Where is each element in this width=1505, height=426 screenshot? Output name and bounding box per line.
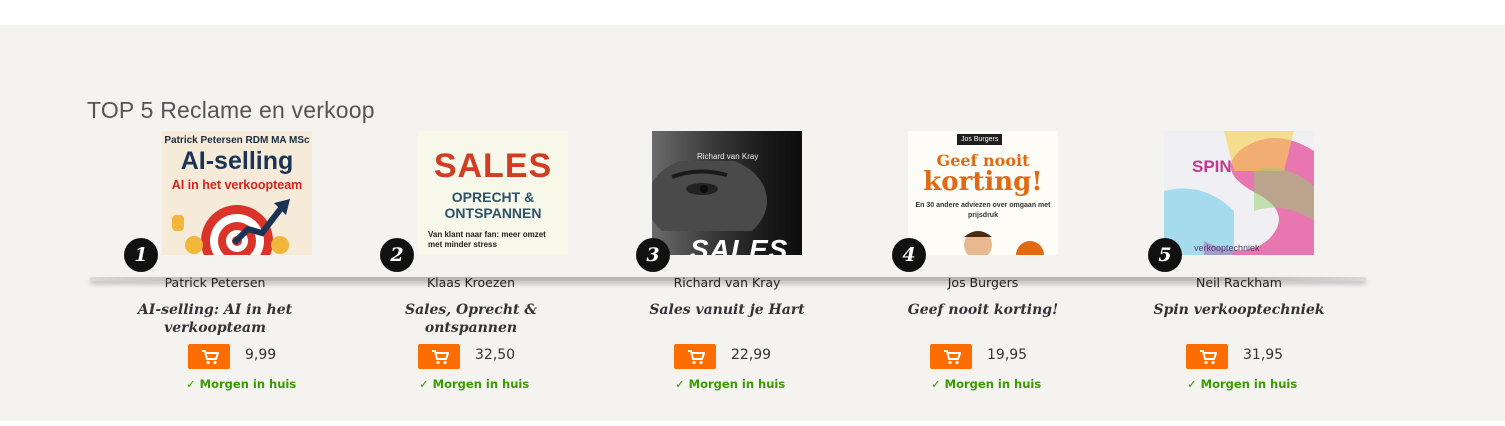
delivery-label: Morgen in huis	[432, 377, 530, 391]
check-icon: ✓	[675, 377, 685, 391]
delivery-label: Morgen in huis	[199, 377, 297, 391]
delivery-status: ✓ Morgen in huis	[931, 377, 1041, 391]
cover-text: SPIN	[1192, 157, 1232, 176]
cart-icon	[202, 350, 219, 365]
cart-icon	[1200, 350, 1217, 365]
check-icon: ✓	[419, 377, 429, 391]
portrait-illustration	[964, 231, 1044, 255]
product-title[interactable]: AI-selling: AI in het verkoopteam	[105, 301, 325, 337]
product-price: 19,95	[987, 347, 1028, 363]
product-card-2: SALES OPRECHT & ONTSPANNEN Van klant naar…	[343, 131, 599, 401]
cover-text: verkooptechniek	[1194, 243, 1260, 253]
product-card-3: Richard van Kray SALES 3 Richard van Kra…	[599, 131, 855, 401]
product-title[interactable]: Geef nooit korting!	[873, 301, 1093, 319]
check-icon: ✓	[1187, 377, 1197, 391]
add-to-cart-button[interactable]	[674, 344, 716, 369]
rank-badge: 2	[380, 238, 414, 272]
add-to-cart-button[interactable]	[930, 344, 972, 369]
product-card-4: Jos Burgers Geef nooit korting! En 30 an…	[855, 131, 1111, 401]
rank-badge: 1	[124, 238, 158, 272]
product-card-5: SPIN verkooptechniek 5 Neil Rackham Spin…	[1111, 131, 1367, 401]
cover-text: SALES	[690, 234, 789, 255]
check-icon: ✓	[186, 377, 196, 391]
cart-icon	[432, 350, 449, 365]
product-title[interactable]: Spin verkooptechniek	[1129, 301, 1349, 319]
rank-badge: 5	[1148, 238, 1182, 272]
check-icon: ✓	[931, 377, 941, 391]
book-cover[interactable]: Jos Burgers Geef nooit korting! En 30 an…	[908, 131, 1058, 255]
book-cover[interactable]: Richard van Kray SALES	[652, 131, 802, 255]
product-card-1: Patrick Petersen RDM MA MSc AI-selling A…	[87, 131, 343, 401]
add-to-cart-button[interactable]	[188, 344, 230, 369]
book-cover[interactable]: SPIN verkooptechniek	[1164, 131, 1314, 255]
s-logo-illustration	[1164, 131, 1314, 255]
product-title[interactable]: Sales vanuit je Hart	[617, 301, 837, 319]
cover-text: Patrick Petersen RDM MA MSc	[164, 135, 310, 146]
delivery-status: ✓ Morgen in huis	[419, 377, 529, 391]
product-author[interactable]: Jos Burgers	[855, 275, 1111, 290]
book-cover[interactable]: SALES OPRECHT & ONTSPANNEN Van klant naar…	[418, 131, 568, 255]
cover-text: En 30 andere adviezen over omgaan met pr…	[915, 202, 1051, 219]
product-author[interactable]: Richard van Kray	[599, 275, 855, 290]
delivery-label: Morgen in huis	[688, 377, 786, 391]
cover-text: AI in het verkoopteam	[171, 178, 303, 192]
face-illustration	[652, 161, 767, 231]
add-to-cart-button[interactable]	[1186, 344, 1228, 369]
cover-text: Van klant naar fan: meer omzet met minde…	[428, 230, 546, 249]
product-price: 32,50	[475, 347, 516, 363]
product-author[interactable]: Patrick Petersen	[87, 275, 343, 290]
delivery-status: ✓ Morgen in huis	[186, 377, 296, 391]
product-title[interactable]: Sales, Oprecht & ontspannen	[361, 301, 581, 337]
cover-text: AI-selling	[180, 147, 294, 175]
section-title: TOP 5 Reclame en verkoop	[87, 97, 375, 123]
cart-icon	[944, 350, 961, 365]
delivery-label: Morgen in huis	[944, 377, 1042, 391]
product-author[interactable]: Klaas Kroezen	[343, 275, 599, 290]
book-cover[interactable]: Patrick Petersen RDM MA MSc AI-selling A…	[162, 131, 312, 255]
cover-text: SALES	[433, 147, 553, 185]
target-illustration	[172, 199, 290, 255]
cover-text: Richard van Kray	[697, 152, 759, 161]
delivery-label: Morgen in huis	[1200, 377, 1298, 391]
rank-badge: 4	[892, 238, 926, 272]
product-author[interactable]: Neil Rackham	[1111, 275, 1367, 290]
product-price: 22,99	[731, 347, 772, 363]
rank-badge: 3	[636, 238, 670, 272]
add-to-cart-button[interactable]	[418, 344, 460, 369]
top5-panel: TOP 5 Reclame en verkoop Patrick Peterse…	[0, 25, 1505, 421]
delivery-status: ✓ Morgen in huis	[675, 377, 785, 391]
cart-icon	[688, 350, 705, 365]
cover-text: korting!	[923, 167, 1043, 197]
cover-text: OPRECHT & ONTSPANNEN	[444, 189, 542, 221]
delivery-status: ✓ Morgen in huis	[1187, 377, 1297, 391]
product-price: 9,99	[245, 347, 277, 363]
product-price: 31,95	[1243, 347, 1284, 363]
cover-text: Jos Burgers	[957, 134, 1003, 145]
